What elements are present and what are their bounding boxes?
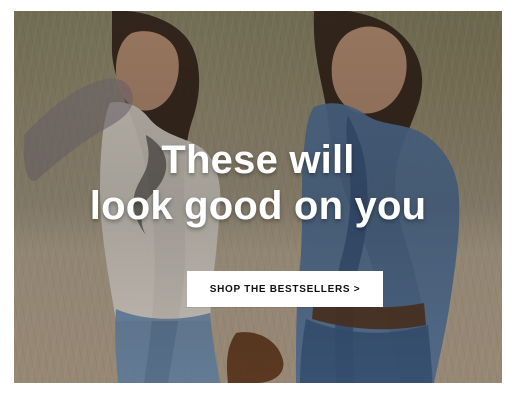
hero-headline: These will look good on you xyxy=(14,137,502,229)
page-frame: These will look good on you SHOP THE BES… xyxy=(0,0,516,394)
headline-line-2: look good on you xyxy=(89,184,427,228)
shop-bestsellers-button[interactable]: SHOP THE BESTSELLERS > xyxy=(187,271,383,307)
hero-banner: These will look good on you SHOP THE BES… xyxy=(14,11,502,383)
headline-line-1: These will xyxy=(161,138,355,182)
